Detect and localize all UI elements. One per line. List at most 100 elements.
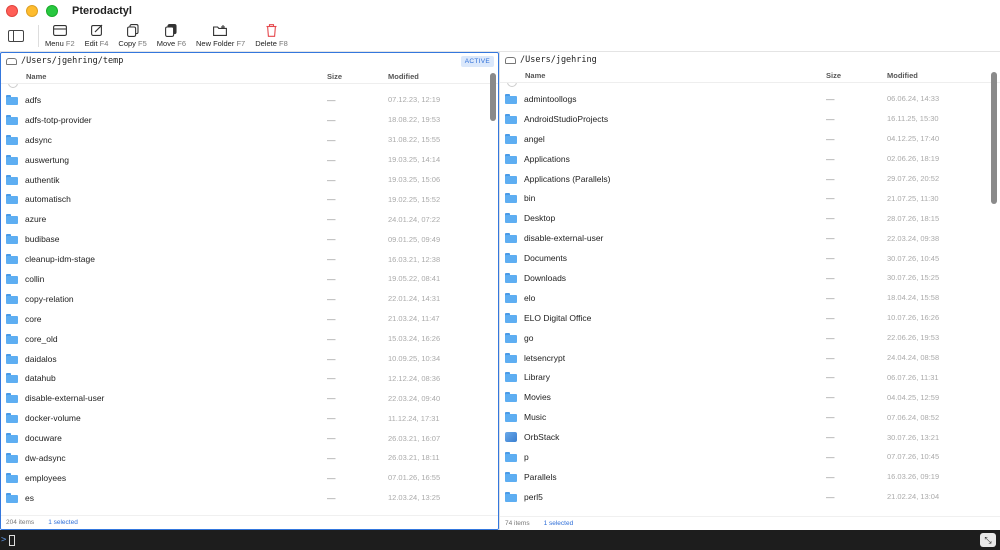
delete-button-key: F8 (279, 39, 288, 48)
file-row[interactable]: admintoollogs — 06.06.24, 14:33 (500, 89, 1000, 109)
delete-button[interactable]: Delete F8 (255, 23, 288, 48)
file-row[interactable]: Library — 06.07.26, 11:31 (500, 367, 1000, 387)
file-row[interactable]: authentik — 19.03.25, 15:06 (1, 170, 498, 190)
file-row[interactable]: datahub — 12.12.24, 08:36 (1, 368, 498, 388)
file-name-cell: disable-external-user (1, 393, 327, 404)
edit-button[interactable]: Edit F4 (85, 23, 108, 48)
file-row[interactable]: Desktop — 28.07.26, 18:15 (500, 208, 1000, 228)
left-item-count: 204 items (6, 519, 35, 526)
file-row[interactable]: copy-relation — 22.01.24, 14:31 (1, 289, 498, 309)
file-row[interactable]: Documents — 30.07.26, 10:45 (500, 248, 1000, 268)
file-name: automatisch (25, 194, 71, 205)
column-size-header[interactable]: Size (826, 71, 887, 80)
column-modified-header[interactable]: Modified (388, 72, 498, 81)
move-button[interactable]: Move F6 (157, 23, 186, 48)
file-row[interactable]: elo — 18.04.24, 15:58 (500, 288, 1000, 308)
close-window-button[interactable] (6, 4, 18, 17)
file-row[interactable]: angel — 04.12.25, 17:40 (500, 129, 1000, 149)
right-scrollbar[interactable] (991, 72, 997, 204)
file-row[interactable]: letsencrypt — 24.04.24, 08:58 (500, 348, 1000, 368)
file-row[interactable]: core_old — 15.03.24, 16:26 (1, 329, 498, 349)
new-folder-button[interactable]: New Folder F7 (196, 23, 245, 48)
file-name-cell: auswertung (1, 154, 327, 165)
file-name-cell: collin (1, 273, 327, 284)
file-row[interactable]: adfs-totp-provider — 18.08.22, 19:53 (1, 110, 498, 130)
file-row[interactable]: Applications — 02.06.26, 18:19 (500, 149, 1000, 169)
file-row[interactable]: budibase — 09.01.25, 09:49 (1, 229, 498, 249)
folder-icon (505, 312, 517, 323)
file-row[interactable]: OrbStack — 30.07.26, 13:21 (500, 427, 1000, 447)
expand-icon[interactable]: ⤡ (980, 533, 996, 547)
folder-icon (505, 153, 517, 164)
file-name-cell: AndroidStudioProjects (500, 113, 826, 124)
file-name: datahub (25, 373, 56, 384)
file-row[interactable]: automatisch — 19.02.25, 15:52 (1, 189, 498, 209)
file-row[interactable]: Downloads — 30.07.26, 15:25 (500, 268, 1000, 288)
file-name-cell: daidalos (1, 353, 327, 364)
minimize-window-button[interactable] (26, 4, 38, 17)
file-row[interactable]: es — 12.03.24, 13:25 (1, 488, 498, 508)
sidebar-toggle-icon[interactable] (8, 30, 24, 42)
terminal-bar[interactable]: > ⤡ (0, 530, 1000, 550)
file-size: — (327, 293, 336, 304)
file-row[interactable]: AndroidStudioProjects — 16.11.25, 15:30 (500, 109, 1000, 129)
left-pane-path: /Users/jgehring/temp (1, 53, 498, 69)
file-name: Applications (524, 153, 570, 164)
file-row[interactable]: docker-volume — 11.12.24, 17:31 (1, 408, 498, 428)
file-row[interactable]: ELO Digital Office — 10.07.26, 16:26 (500, 308, 1000, 328)
file-row[interactable]: perl5 — 21.02.24, 13:04 (500, 487, 1000, 507)
file-row[interactable]: Parallels — 16.03.26, 09:19 (500, 467, 1000, 487)
copy-button[interactable]: Copy F5 (118, 23, 147, 48)
file-row[interactable]: employees — 07.01.26, 16:55 (1, 468, 498, 488)
left-column-header: Name Size Modified (1, 69, 498, 84)
file-name: elo (524, 292, 536, 303)
column-size-header[interactable]: Size (327, 72, 388, 81)
file-size: — (826, 233, 835, 244)
maximize-window-button[interactable] (46, 4, 58, 17)
right-item-count: 74 items (505, 520, 530, 527)
new-folder-button-key: F7 (236, 39, 246, 48)
file-row[interactable]: docuware — 26.03.21, 16:07 (1, 428, 498, 448)
file-row[interactable]: bin — 21.07.25, 11:30 (500, 188, 1000, 208)
window-title: Pterodactyl (72, 4, 132, 17)
file-row[interactable]: disable-external-user — 22.03.24, 09:38 (500, 228, 1000, 248)
file-row[interactable]: daidalos — 10.09.25, 10:34 (1, 349, 498, 369)
folder-icon (505, 332, 517, 343)
file-row[interactable]: auswertung — 19.03.25, 14:14 (1, 150, 498, 170)
file-row[interactable]: adfs — 07.12.23, 12:19 (1, 90, 498, 110)
file-row[interactable]: dw-adsync — 26.03.21, 18:11 (1, 448, 498, 468)
new-folder-button-label: New Folder (196, 39, 235, 48)
file-row[interactable]: Music — 07.06.24, 08:52 (500, 407, 1000, 427)
file-row[interactable]: Movies — 04.04.25, 12:59 (500, 387, 1000, 407)
folder-icon (6, 214, 18, 225)
file-size: — (327, 273, 336, 284)
file-modified: 09.01.25, 09:49 (388, 234, 441, 244)
column-name-header[interactable]: Name (500, 71, 826, 80)
file-row[interactable]: collin — 19.05.22, 08:41 (1, 269, 498, 289)
file-row[interactable]: core — 21.03.24, 11:47 (1, 309, 498, 329)
left-pane[interactable]: /Users/jgehring/temp ACTIVE Name Size Mo… (0, 52, 499, 530)
active-badge: ACTIVE (460, 56, 494, 67)
file-row[interactable]: disable-external-user — 22.03.24, 09:40 (1, 388, 498, 408)
file-name-cell: go (500, 332, 826, 343)
edit-icon (90, 24, 102, 36)
file-row[interactable]: adsync — 31.08.22, 15:55 (1, 130, 498, 150)
menu-button[interactable]: Menu F2 (45, 23, 75, 48)
file-modified: 24.01.24, 07:22 (388, 214, 441, 224)
file-name: collin (25, 273, 45, 284)
file-name-cell: copy-relation (1, 293, 327, 304)
file-row[interactable]: go — 22.06.26, 19:53 (500, 328, 1000, 348)
left-scrollbar[interactable] (490, 73, 496, 121)
file-row[interactable]: p — 07.07.26, 10:45 (500, 447, 1000, 467)
file-row[interactable]: azure — 24.01.24, 07:22 (1, 209, 498, 229)
column-name-header[interactable]: Name (1, 72, 327, 81)
file-size: — (826, 432, 835, 443)
terminal-cursor (9, 534, 16, 546)
column-modified-header[interactable]: Modified (887, 71, 1000, 80)
right-pane[interactable]: /Users/jgehring Name Size Modified admin… (499, 52, 1000, 530)
file-row[interactable]: Applications (Parallels) — 29.07.26, 20:52 (500, 169, 1000, 189)
file-row[interactable]: cleanup-idm-stage — 16.03.21, 12:38 (1, 249, 498, 269)
file-modified: 07.12.23, 12:19 (388, 95, 441, 105)
file-modified: 30.07.26, 10:45 (887, 253, 940, 263)
file-modified: 21.07.25, 11:30 (887, 193, 939, 203)
